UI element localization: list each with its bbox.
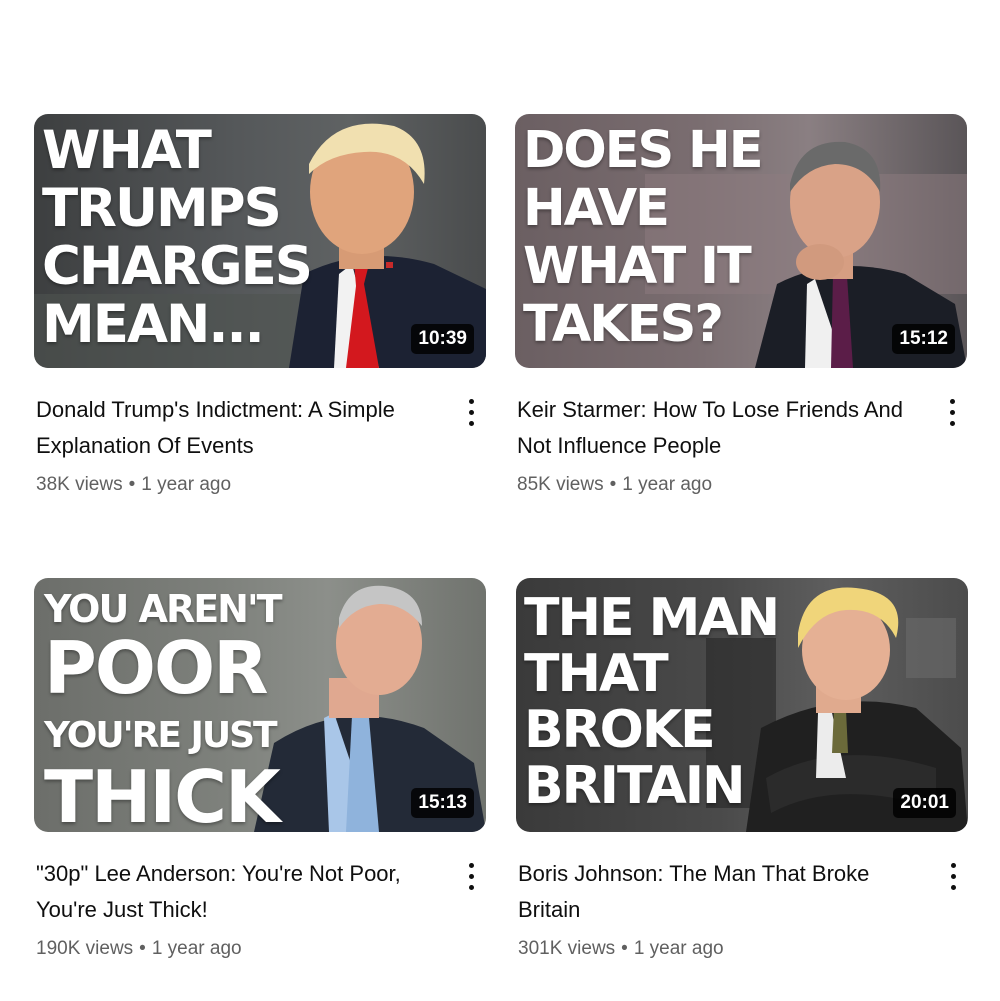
view-count: 301K views [518, 938, 616, 959]
overlay-line: THAT [524, 644, 669, 704]
separator: • [128, 474, 136, 495]
overlay-line: DOES HE [523, 121, 764, 180]
overlay-line: WHAT IT [523, 237, 752, 296]
overlay-line: YOU AREN'T [44, 587, 283, 631]
video-card-4[interactable]: THE MAN THAT BROKE BRITAIN 20:01 Boris J… [516, 578, 971, 959]
video-duration-badge: 15:13 [411, 788, 474, 818]
video-thumbnail-3[interactable]: YOU AREN'T POOR YOU'RE JUST THICK 15:13 [34, 578, 486, 832]
thumbnail-overlay-text: DOES HE HAVE WHAT IT TAKES? [523, 121, 764, 354]
separator: • [139, 938, 146, 959]
overlay-line: WHAT [42, 120, 212, 181]
video-card-3[interactable]: YOU AREN'T POOR YOU'RE JUST THICK 15:13 … [34, 578, 489, 959]
separator: • [609, 474, 617, 495]
upload-age: 1 year ago [141, 474, 232, 495]
video-duration-badge: 15:12 [892, 324, 955, 354]
video-title[interactable]: "30p" Lee Anderson: You're Not Poor, You… [36, 856, 436, 928]
overlay-line: TAKES? [523, 295, 724, 354]
thumbnail-overlay-text: THE MAN THAT BROKE BRITAIN [524, 588, 780, 816]
video-title[interactable]: Boris Johnson: The Man That Broke Britai… [518, 856, 918, 928]
video-metadata: 301K views • 1 year ago [518, 938, 724, 960]
more-vert-icon[interactable] [945, 396, 961, 432]
upload-age: 1 year ago [622, 474, 713, 495]
overlay-line: TRUMPS [42, 178, 282, 239]
upload-age: 1 year ago [633, 938, 724, 959]
video-card-1[interactable]: WHAT TRUMPS CHARGES MEAN... 10:39 Donald… [34, 114, 489, 495]
more-vert-icon[interactable] [946, 860, 962, 896]
overlay-line: BROKE [524, 700, 716, 760]
view-count: 85K views [517, 474, 604, 495]
overlay-line: CHARGES [42, 236, 313, 297]
video-thumbnail-1[interactable]: WHAT TRUMPS CHARGES MEAN... 10:39 [34, 114, 486, 368]
view-count: 190K views [36, 938, 134, 959]
video-metadata: 85K views • 1 year ago [517, 474, 712, 496]
video-thumbnail-2[interactable]: DOES HE HAVE WHAT IT TAKES? 15:12 [515, 114, 967, 368]
video-duration-badge: 20:01 [893, 788, 956, 818]
overlay-line: THE MAN [524, 588, 780, 648]
view-count: 38K views [36, 474, 123, 495]
overlay-line: THICK [44, 755, 281, 832]
more-vert-icon[interactable] [464, 860, 480, 896]
video-thumbnail-4[interactable]: THE MAN THAT BROKE BRITAIN 20:01 [516, 578, 968, 832]
video-metadata: 190K views • 1 year ago [36, 938, 242, 960]
video-metadata: 38K views • 1 year ago [36, 474, 231, 496]
more-vert-icon[interactable] [464, 396, 480, 432]
thumbnail-overlay-text: YOU AREN'T POOR YOU'RE JUST THICK [44, 587, 283, 832]
separator: • [621, 938, 628, 959]
video-duration-badge: 10:39 [411, 324, 474, 354]
overlay-line: POOR [44, 626, 269, 710]
thumbnail-overlay-text: WHAT TRUMPS CHARGES MEAN... [42, 120, 313, 355]
overlay-line: BRITAIN [524, 756, 746, 816]
overlay-line: MEAN... [42, 294, 265, 355]
overlay-line: HAVE [523, 179, 670, 238]
upload-age: 1 year ago [151, 938, 242, 959]
video-title[interactable]: Donald Trump's Indictment: A Simple Expl… [36, 392, 436, 464]
overlay-line: YOU'RE JUST [44, 715, 278, 756]
video-title[interactable]: Keir Starmer: How To Lose Friends And No… [517, 392, 917, 464]
video-card-2[interactable]: DOES HE HAVE WHAT IT TAKES? 15:12 Keir S… [515, 114, 970, 495]
